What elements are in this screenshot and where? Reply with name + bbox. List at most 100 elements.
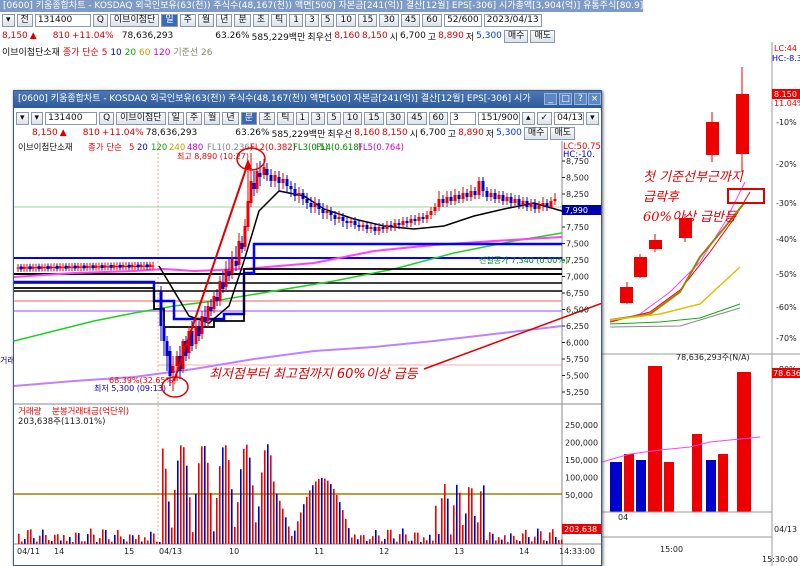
- candle: [289, 186, 293, 189]
- list-button[interactable]: ▾: [30, 111, 44, 125]
- num-1[interactable]: 1: [295, 111, 310, 125]
- volume-bar: [135, 539, 137, 544]
- candle: [103, 265, 107, 268]
- volume-bar: [291, 535, 293, 544]
- num-45[interactable]: 45: [407, 111, 427, 125]
- open-label: 시: [409, 129, 419, 140]
- date-input[interactable]: 04/13: [554, 111, 585, 125]
- candle: [389, 225, 393, 227]
- num-10[interactable]: 10: [342, 111, 363, 125]
- volume-bar: [171, 527, 173, 544]
- bg-tf-tick[interactable]: 틱: [271, 13, 288, 27]
- bg-buy-button[interactable]: 매수: [503, 29, 529, 43]
- bg-num-3[interactable]: 3: [305, 13, 319, 27]
- volume-bar: [78, 533, 80, 544]
- volume-bar: [492, 533, 494, 544]
- tf-month[interactable]: 월: [204, 111, 221, 125]
- svg-text:-10%: -10%: [776, 118, 797, 127]
- volume-bar: [42, 529, 44, 544]
- num-60[interactable]: 60: [428, 111, 448, 125]
- bg-num-5[interactable]: 5: [320, 13, 335, 27]
- date-spin[interactable]: ▾: [586, 111, 599, 125]
- bars-input[interactable]: 151/900: [478, 111, 520, 125]
- help-icon[interactable]: ?: [574, 93, 587, 105]
- bg-high-label: 고: [427, 32, 437, 43]
- candle: [361, 225, 365, 227]
- volume-bar: [429, 534, 431, 544]
- bg-num-1[interactable]: 1: [289, 13, 304, 27]
- tf-second[interactable]: 초: [258, 111, 276, 125]
- bg-num-45[interactable]: 45: [400, 13, 421, 27]
- bg-tf-week[interactable]: 주: [179, 13, 196, 27]
- num-15[interactable]: 15: [364, 111, 384, 125]
- candle: [449, 197, 453, 201]
- bg-tf-sec[interactable]: 초: [252, 13, 269, 27]
- bg-search-icon[interactable]: Q: [92, 13, 108, 27]
- candle: [148, 264, 152, 268]
- bg-num-30[interactable]: 30: [379, 13, 399, 27]
- bg-stock-name[interactable]: 이브이첨단: [109, 13, 160, 27]
- bg-tf-min[interactable]: 분: [234, 13, 251, 27]
- candle: [130, 264, 134, 268]
- price-axis-label: 6,000: [566, 339, 589, 348]
- code-input[interactable]: 131400: [45, 111, 98, 125]
- svg-text:8.150: 8.150: [774, 90, 797, 99]
- candle: [136, 264, 140, 268]
- volume-bar: [309, 490, 311, 544]
- bg-bars-input[interactable]: 52/600: [443, 13, 482, 27]
- bg-date-input[interactable]: 2023/04/13: [483, 13, 542, 27]
- bg-num-60[interactable]: 60: [422, 13, 442, 27]
- sell-button[interactable]: 매도: [550, 126, 576, 140]
- bg-num-10[interactable]: 10: [336, 13, 356, 27]
- candle: [61, 266, 65, 268]
- num-3[interactable]: 3: [311, 111, 325, 125]
- volume-bar: [561, 539, 563, 544]
- candle: [246, 201, 250, 227]
- bg-prev-button[interactable]: 전: [16, 13, 33, 27]
- price-axis-label: 7,000: [566, 273, 589, 282]
- bg-sell-button[interactable]: 매도: [530, 29, 556, 43]
- volume-bar: [531, 541, 533, 544]
- tf-day[interactable]: 일: [167, 111, 184, 125]
- num-5[interactable]: 5: [327, 111, 341, 125]
- volume-bar: [306, 496, 308, 544]
- restore-icon[interactable]: □: [559, 93, 572, 105]
- volume-bar: [213, 531, 215, 544]
- tf-minute[interactable]: 분: [240, 111, 257, 125]
- bars-spin[interactable]: ▴: [522, 111, 535, 125]
- price-axis-label: 8,250: [566, 190, 589, 199]
- stock-name-field[interactable]: 이브이첨단: [116, 111, 166, 125]
- buy-button[interactable]: 매수: [523, 126, 549, 140]
- close-icon[interactable]: ×: [588, 93, 601, 105]
- ask: 8,160: [354, 128, 380, 138]
- bg-num-15[interactable]: 15: [357, 13, 378, 27]
- bg-code-dropdown[interactable]: ▾: [2, 13, 15, 27]
- bg-tf-day[interactable]: 일: [161, 13, 178, 27]
- candle: [373, 227, 377, 231]
- minimize-icon[interactable]: _: [544, 93, 557, 105]
- bg-volume: 78,636,293: [121, 31, 174, 41]
- code-dropdown[interactable]: ▾: [16, 111, 29, 125]
- volume-bar: [387, 529, 389, 544]
- volume-bar: [93, 534, 95, 544]
- volume-bar: [285, 517, 287, 544]
- candle: [28, 266, 32, 270]
- volume-bar: [246, 444, 248, 544]
- num-30[interactable]: 30: [385, 111, 406, 125]
- bg-tf-year[interactable]: 년: [216, 13, 233, 27]
- tf-year[interactable]: 년: [222, 111, 239, 125]
- period-select[interactable]: 3: [450, 111, 476, 125]
- bg-tf-month[interactable]: 월: [197, 13, 215, 27]
- tf-tick[interactable]: 틱: [277, 111, 294, 125]
- candle: [139, 264, 143, 268]
- date-check-icon[interactable]: ✓: [536, 111, 553, 125]
- candle: [381, 227, 385, 229]
- volume-bar: [279, 500, 281, 544]
- search-icon[interactable]: Q: [99, 111, 115, 125]
- candle: [82, 265, 86, 269]
- candle: [112, 265, 116, 268]
- candle: [485, 191, 489, 197]
- bg-code-input[interactable]: 131400: [34, 13, 91, 27]
- volume-bar: [69, 536, 71, 544]
- tf-week[interactable]: 주: [185, 111, 203, 125]
